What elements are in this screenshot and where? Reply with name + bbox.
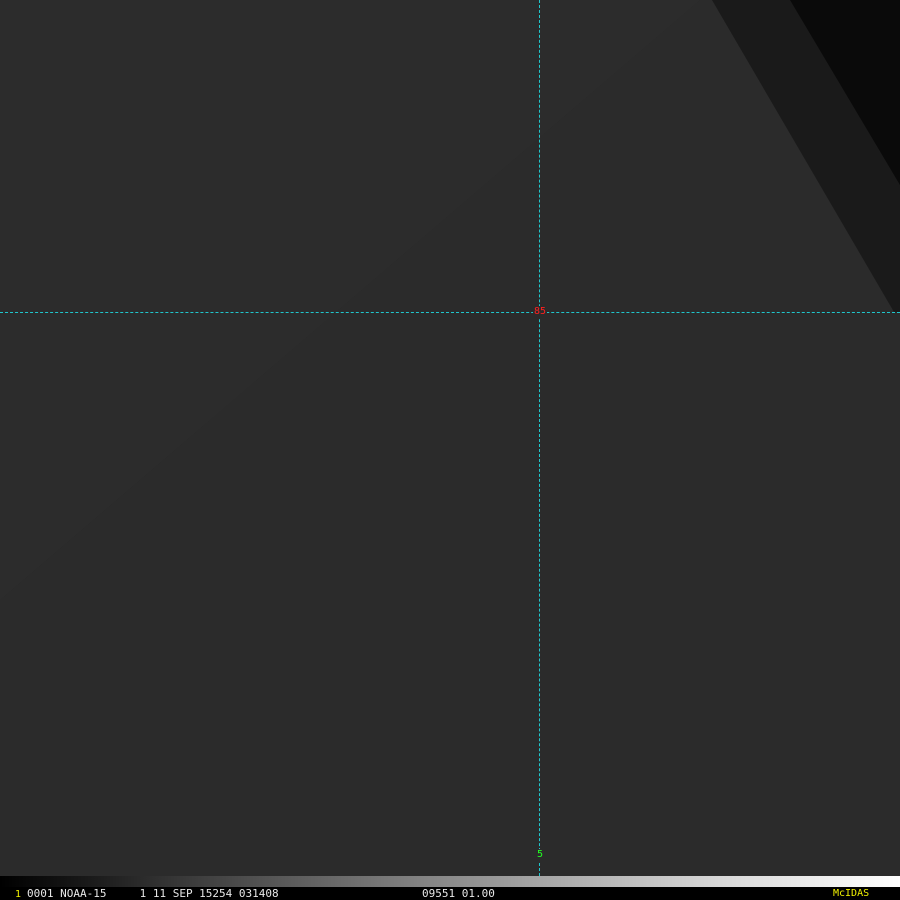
image-area: 85 5: [0, 0, 900, 876]
status-text-row: 1 0001 NOAA-15 1 11 SEP 15254 031408 095…: [0, 887, 900, 900]
satellite-swath: [0, 0, 900, 876]
mcidas-brand: McIDAS: [833, 888, 870, 899]
longitude-line: [539, 0, 540, 876]
latitude-line: [0, 312, 900, 313]
image-info: 0001 NOAA-15 1 11 SEP 15254 031408: [27, 887, 279, 900]
latitude-label: 85: [533, 306, 548, 318]
status-bar: 1 0001 NOAA-15 1 11 SEP 15254 031408 095…: [0, 876, 900, 900]
frame-number: 1: [15, 889, 22, 900]
longitude-label: 5: [536, 849, 545, 861]
satellite-image-display: 85 5 1 0001 NOAA-15 1 11 SEP 15254 03140…: [0, 0, 900, 900]
image-extra-info: 09551 01.00: [422, 887, 495, 900]
